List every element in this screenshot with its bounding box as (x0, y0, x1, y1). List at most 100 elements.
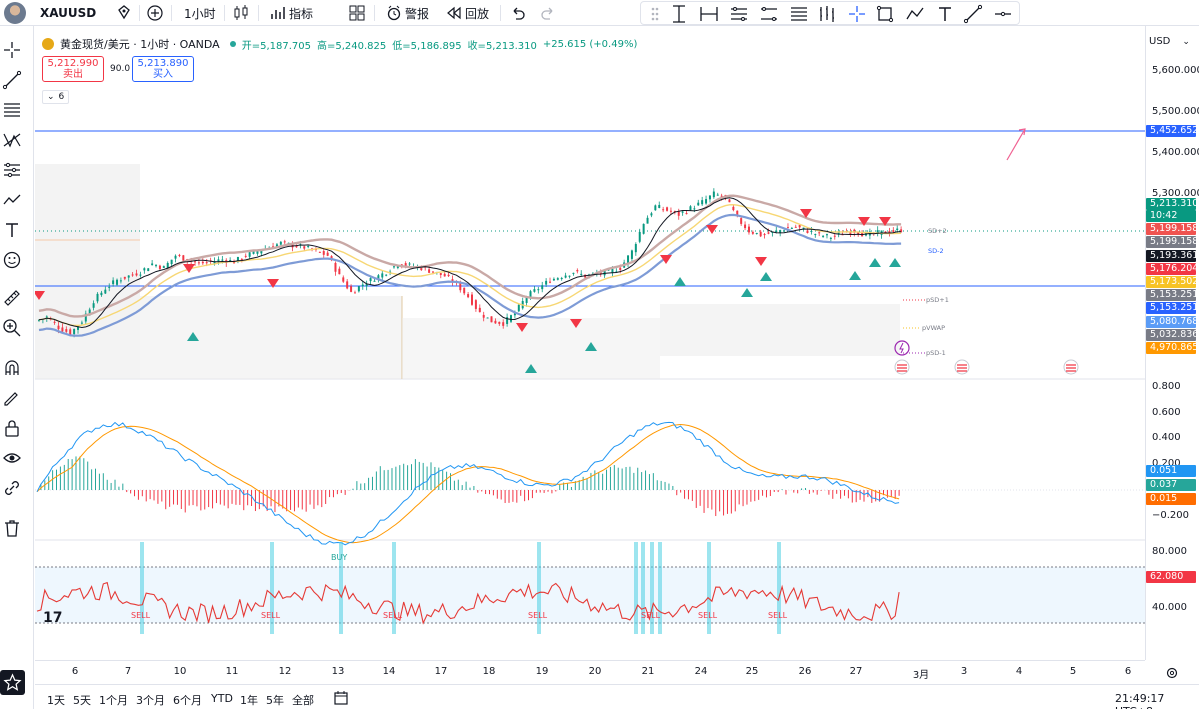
price-tag: 5,153.251 (1146, 302, 1198, 314)
symbol-search[interactable]: XAUUSD (40, 3, 96, 23)
user-avatar[interactable] (4, 2, 26, 24)
candle-body (467, 294, 470, 298)
candle-body (100, 292, 103, 296)
rsi-extreme-highlight (140, 542, 144, 634)
candle-body (353, 292, 356, 294)
candle-body (802, 227, 805, 229)
candle-body (92, 303, 95, 308)
patterns-icon[interactable] (2, 130, 22, 150)
top-toolbar: XAUUSD 1小时 指标 警报 回放 (0, 0, 1199, 26)
indicators-button[interactable]: 指标 (270, 3, 313, 23)
calendar-goto-icon[interactable] (333, 690, 349, 706)
forecast-arrow[interactable] (1006, 128, 1026, 161)
us-flag-event-icon (1063, 359, 1079, 375)
drag-handle-icon[interactable] (645, 4, 665, 24)
buy-button[interactable]: 5,213.890 买入 (132, 56, 194, 82)
range-button[interactable]: 5天 (73, 692, 91, 708)
candle-body (221, 259, 224, 261)
candle-body (786, 227, 789, 229)
interval-button[interactable]: 1小时 (184, 3, 216, 23)
range-button[interactable]: 1个月 (99, 692, 128, 708)
candle-body (428, 269, 431, 273)
rsi-sell-label: SELL (641, 611, 661, 620)
fib-retracement-tool-icon[interactable] (789, 4, 809, 24)
settings-gear-icon[interactable] (1165, 666, 1179, 680)
magnet-icon[interactable] (2, 358, 22, 378)
range-button[interactable]: 6个月 (173, 692, 202, 708)
candle-body (697, 202, 700, 206)
path-tool-icon[interactable] (905, 4, 925, 24)
signal-value-tag: 0.037 (1146, 479, 1196, 491)
channel-tool-icon[interactable] (759, 4, 779, 24)
candle-body (217, 259, 220, 262)
range-button[interactable]: 1天 (47, 692, 65, 708)
trash-icon[interactable] (2, 518, 22, 538)
range-button[interactable]: YTD (211, 692, 233, 705)
text-tool-icon[interactable] (935, 4, 955, 24)
candle-body (685, 213, 688, 215)
undo-icon[interactable] (510, 5, 526, 25)
rsi-band (35, 567, 1145, 623)
candles-icon[interactable] (232, 4, 250, 24)
lock-icon[interactable] (2, 418, 22, 438)
chart-canvas[interactable]: SD+2 SD-2 pSD+1 pVWAP pSD-1 SELL SELL SELL… (35, 26, 1145, 660)
eye-icon[interactable] (2, 448, 22, 468)
ruler-icon[interactable] (2, 288, 22, 308)
parallel-channel-tool-icon[interactable] (729, 4, 749, 24)
sell-button[interactable]: 5,212.990 卖出 (42, 56, 104, 82)
trend-line-tool-icon[interactable] (963, 4, 983, 24)
candle-body (131, 274, 134, 276)
candle-body (708, 195, 711, 200)
emoji-icon[interactable] (2, 250, 22, 270)
range-button[interactable]: 3个月 (136, 692, 165, 708)
candle-body (139, 274, 142, 276)
forecasting-tools-icon[interactable] (2, 160, 22, 180)
candle-body (112, 280, 115, 285)
link-icon[interactable] (2, 478, 22, 498)
clock[interactable]: 21:49:17 UTC+8 (1115, 692, 1199, 709)
time-tick: 19 (535, 666, 549, 677)
economic-events[interactable] (894, 340, 1079, 375)
pencil-lock-icon[interactable] (2, 388, 22, 408)
vertical-line-tool-icon[interactable] (669, 4, 689, 24)
legend-title[interactable]: 黄金现货/美元 · 1小时 · OANDA (60, 36, 220, 52)
range-button[interactable]: 5年 (266, 692, 284, 708)
candle-body (490, 316, 493, 323)
bottom-bar (35, 684, 1199, 709)
indicator-toggle[interactable]: ⌄ 6 (42, 90, 70, 104)
horizontal-line-tool-icon[interactable] (993, 4, 1013, 24)
price-tick: 5,400.000 (1152, 147, 1199, 158)
redo-icon[interactable] (540, 5, 556, 25)
candle-body (73, 329, 76, 335)
rectangle-tool-icon[interactable] (875, 4, 895, 24)
currency-selector[interactable]: USD ⌄ (1149, 36, 1190, 47)
rsi-sell-label: SELL (131, 611, 151, 620)
replay-button[interactable]: 回放 (446, 3, 489, 23)
alert-button[interactable]: 警报 (386, 3, 429, 23)
favorites-button[interactable] (0, 670, 25, 695)
macd-tick: 0.400 (1152, 432, 1181, 443)
macd-pane[interactable] (35, 421, 1145, 546)
crosshair-tool-icon[interactable] (847, 4, 867, 24)
add-symbol-icon[interactable] (146, 4, 164, 24)
trend-line-icon[interactable] (2, 70, 22, 90)
symbol-label: XAUUSD (40, 6, 97, 20)
crosshair-cursor-icon[interactable] (2, 40, 22, 60)
range-button[interactable]: 1年 (240, 692, 258, 708)
range-button[interactable]: 全部 (292, 692, 314, 708)
brush-tools-icon[interactable] (2, 190, 22, 210)
time-tick: 21 (641, 666, 655, 677)
bars-pattern-tool-icon[interactable] (817, 4, 837, 24)
candle-body (53, 321, 56, 323)
layout-grid-icon[interactable] (348, 4, 366, 24)
text-tools-icon[interactable] (2, 220, 22, 240)
buy-signal-marker (869, 258, 881, 267)
watchlist-icon[interactable] (116, 5, 132, 25)
candle-body (385, 274, 388, 276)
price-tick: 5,600.000 (1152, 65, 1199, 76)
fib-tools-icon[interactable] (2, 100, 22, 120)
candle-body (790, 227, 793, 229)
zoom-in-icon[interactable] (2, 318, 22, 338)
date-range-tool-icon[interactable] (699, 4, 719, 24)
candle-body (104, 289, 107, 294)
